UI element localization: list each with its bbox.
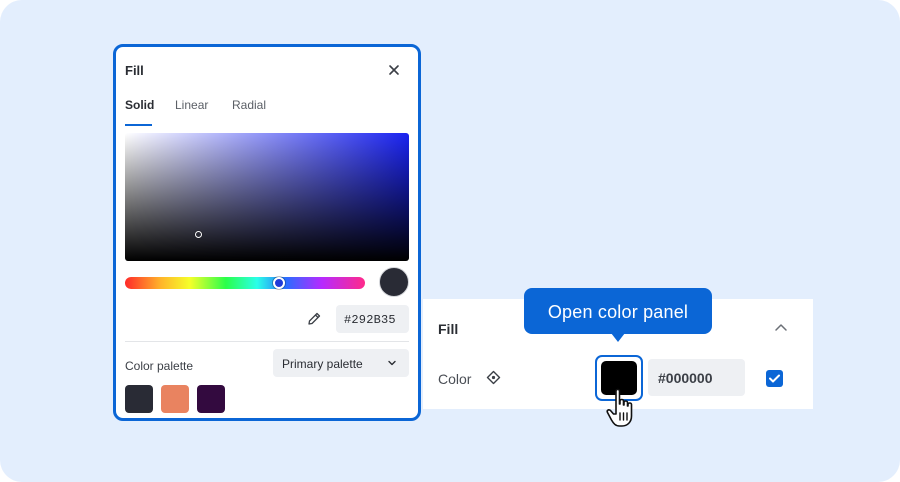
palette-dropdown-value: Primary palette: [282, 357, 363, 371]
palette-swatch-1[interactable]: [125, 385, 153, 413]
chevron-up-icon[interactable]: [774, 322, 788, 332]
chevron-down-icon: [388, 360, 396, 366]
color-hex-input[interactable]: #000000: [648, 359, 745, 396]
palette-swatch-3[interactable]: [197, 385, 225, 413]
hex-input[interactable]: #292B35: [336, 305, 409, 333]
hand-cursor-icon: [606, 388, 633, 427]
variable-icon[interactable]: [486, 370, 501, 385]
active-tab-indicator: [125, 124, 152, 126]
tooltip: Open color panel: [524, 288, 712, 342]
tooltip-arrow: [611, 333, 625, 342]
tab-radial[interactable]: Radial: [232, 98, 266, 126]
panel-title: Fill: [125, 63, 144, 78]
saturation-value-area[interactable]: [125, 133, 409, 261]
eyedropper-icon[interactable]: [306, 311, 322, 327]
tab-linear[interactable]: Linear: [175, 98, 208, 126]
canvas-background: Fill Solid Linear Radial #292B35 Color p…: [0, 0, 900, 482]
fill-color-panel: Fill Solid Linear Radial #292B35 Color p…: [113, 44, 421, 421]
divider: [125, 341, 409, 342]
tooltip-text: Open color panel: [547, 302, 689, 322]
fill-section-title: Fill: [438, 321, 459, 337]
fill-visible-checkbox[interactable]: [766, 370, 783, 387]
palette-swatch-2[interactable]: [161, 385, 189, 413]
tab-solid[interactable]: Solid: [125, 98, 154, 126]
color-preview-swatch: [379, 267, 409, 297]
palette-swatches: [125, 385, 235, 413]
color-palette-label: Color palette: [125, 359, 194, 373]
hue-slider-handle[interactable]: [273, 277, 285, 289]
fill-type-tabs: Solid Linear Radial: [125, 98, 405, 128]
close-icon[interactable]: [386, 62, 402, 78]
palette-dropdown[interactable]: Primary palette: [273, 349, 409, 377]
check-icon: [769, 374, 780, 383]
hue-slider[interactable]: [125, 277, 365, 289]
color-label: Color: [438, 371, 472, 387]
saturation-value-handle[interactable]: [195, 231, 202, 238]
